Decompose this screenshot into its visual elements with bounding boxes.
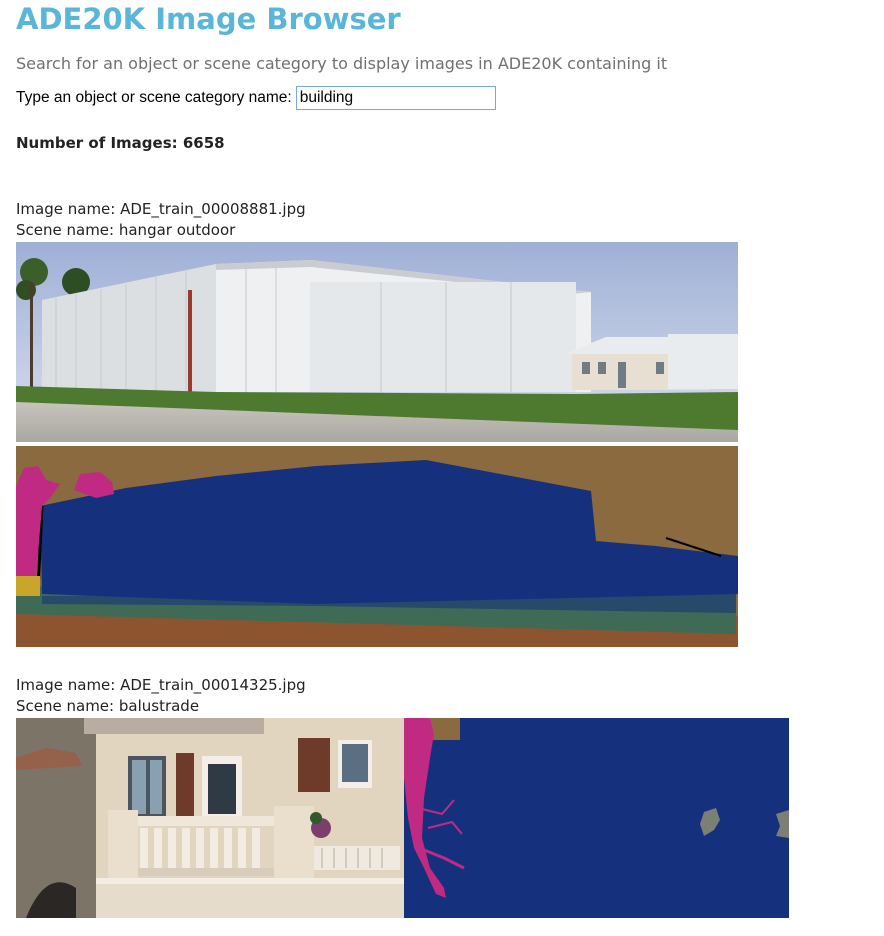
hangar-photo[interactable] (16, 242, 738, 442)
search-row: Type an object or scene category name: (16, 86, 496, 110)
search-input[interactable] (295, 86, 496, 110)
search-label: Type an object or scene category name: (16, 89, 292, 106)
page-title: ADE20K Image Browser (16, 2, 401, 36)
segmentation-mask-1[interactable] (16, 446, 738, 647)
segmentation-mask-2[interactable] (404, 718, 789, 918)
result-item-1-meta: Image name: ADE_train_00008881.jpg Scene… (16, 199, 306, 241)
page-subtitle: Search for an object or scene category t… (16, 54, 668, 73)
result-item-2-meta: Image name: ADE_train_00014325.jpg Scene… (16, 675, 306, 717)
page: ADE20K Image Browser Search for an objec… (0, 0, 884, 936)
balustrade-photo[interactable] (16, 718, 404, 918)
image-name: Image name: ADE_train_00014325.jpg (16, 676, 306, 694)
scene-name: Scene name: hangar outdoor (16, 221, 236, 239)
image-name: Image name: ADE_train_00008881.jpg (16, 200, 306, 218)
image-count: Number of Images: 6658 (16, 134, 225, 152)
scene-name: Scene name: balustrade (16, 697, 200, 715)
